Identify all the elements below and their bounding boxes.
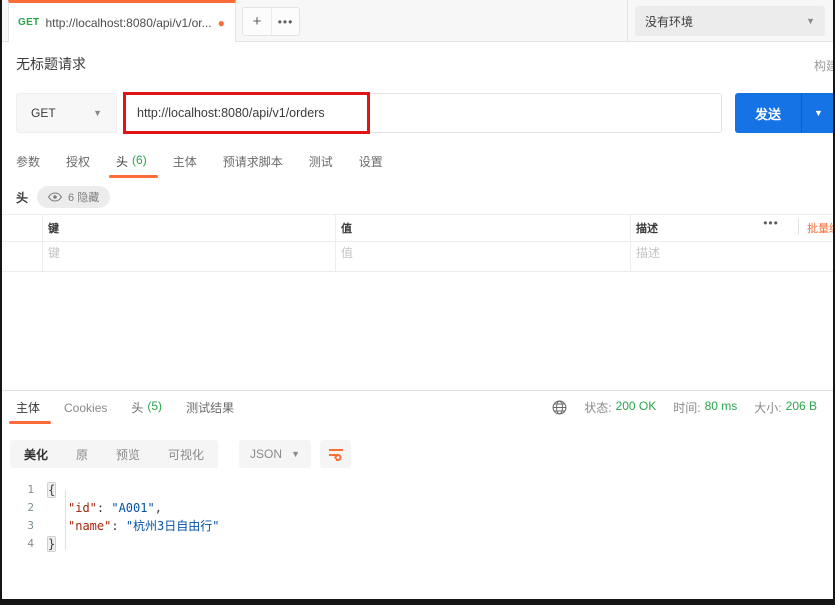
code-line: 4 } — [2, 535, 833, 553]
chevron-down-icon: ▼ — [93, 108, 102, 118]
chevron-down-icon: ▼ — [806, 16, 815, 26]
view-mode-raw[interactable]: 原 — [62, 446, 102, 463]
line-number: 4 — [27, 537, 34, 550]
tab-authorization[interactable]: 授权 — [66, 153, 90, 170]
request-tab-bar: GET http://localhost:8080/api/v1/or... ●… — [2, 0, 833, 42]
response-view-modes: 美化 原 预览 可视化 — [10, 440, 219, 468]
tab-url-text: http://localhost:8080/api/v1/or... — [45, 15, 212, 30]
table-border — [2, 214, 833, 215]
eye-icon — [48, 192, 63, 202]
table-border — [2, 241, 833, 242]
bulk-edit-link[interactable]: 批量编辑 — [807, 220, 833, 236]
headers-section-title: 头 — [16, 190, 29, 205]
table-options-button[interactable]: ••• — [754, 216, 788, 230]
url-value: http://localhost:8080/api/v1/orders — [137, 106, 325, 120]
tab-pre-request-script[interactable]: 预请求脚本 — [223, 153, 283, 170]
tab-params[interactable]: 参数 — [16, 153, 40, 170]
response-tabs: 主体 Cookies 头 (5) 测试结果 — [9, 399, 234, 424]
tab-method-badge: GET — [18, 17, 40, 28]
headers-meta: 头 6 隐藏 — [16, 186, 111, 208]
column-header-value: 值 — [341, 223, 352, 235]
response-size: 大小: 206 B — [754, 399, 817, 415]
open-request-tab[interactable]: GET http://localhost:8080/api/v1/or... ● — [8, 0, 236, 42]
code-line: 2 "id": "A001", — [2, 499, 833, 517]
postman-window: GET http://localhost:8080/api/v1/or... ●… — [0, 0, 835, 605]
response-tab-test-results[interactable]: 测试结果 — [186, 399, 234, 416]
response-tab-headers[interactable]: 头 (5) — [131, 399, 162, 416]
column-header-key: 键 — [48, 223, 59, 235]
hidden-headers-label: 6 隐藏 — [68, 192, 100, 204]
status-code: 状态: 200 OK — [584, 399, 657, 415]
table-border — [2, 271, 833, 272]
send-button-group: 发送 ▼ — [735, 93, 833, 133]
active-tab-underline — [109, 174, 158, 178]
active-tab-underline — [9, 421, 52, 424]
code-line: 3 "name": "杭州3日自由行" — [2, 517, 833, 535]
wrap-text-icon — [328, 447, 344, 461]
response-divider — [2, 390, 833, 391]
wrap-text-button[interactable] — [320, 440, 351, 468]
new-header-description-input[interactable] — [636, 246, 786, 260]
tab-tests[interactable]: 测试 — [309, 153, 333, 170]
new-header-value-input[interactable] — [341, 246, 621, 260]
request-tabs: 参数 授权 头 (6) 主体 预请求脚本 测试 设置 — [16, 148, 383, 178]
table-column-divider — [630, 214, 631, 271]
build-mode-label: 构建 — [814, 59, 833, 73]
tab-settings[interactable]: 设置 — [359, 153, 383, 170]
hidden-headers-toggle[interactable]: 6 隐藏 — [37, 186, 111, 208]
response-time: 时间: 80 ms — [673, 399, 738, 415]
line-number: 3 — [27, 519, 34, 532]
response-tab-body[interactable]: 主体 — [9, 399, 52, 424]
request-title: 无标题请求 — [16, 56, 86, 72]
line-number: 2 — [27, 501, 34, 514]
response-status-bar: 状态: 200 OK 时间: 80 ms 大小: 206 B — [552, 399, 817, 416]
response-language-dropdown[interactable]: JSON ▼ — [239, 440, 311, 468]
chevron-down-icon: ▼ — [291, 449, 300, 459]
language-value: JSON — [250, 447, 283, 461]
response-tab-cookies[interactable]: Cookies — [64, 401, 107, 415]
method-select[interactable]: GET ▼ — [16, 93, 117, 133]
column-header-description: 描述 — [636, 223, 658, 235]
more-tabs-button[interactable]: ••• — [271, 8, 299, 35]
tab-actions: + ••• — [242, 7, 300, 36]
view-mode-pretty[interactable]: 美化 — [10, 446, 62, 463]
table-column-divider — [42, 214, 43, 271]
new-tab-button[interactable]: + — [243, 8, 271, 35]
header-divider — [798, 218, 799, 235]
response-body-editor[interactable]: 1 { 2 "id": "A001", 3 "name": "杭州3日自由行" … — [2, 481, 833, 553]
response-headers-count-badge: (5) — [147, 399, 163, 413]
view-mode-preview[interactable]: 预览 — [102, 446, 154, 463]
new-header-key-input[interactable] — [48, 246, 328, 260]
network-globe-icon[interactable] — [552, 400, 567, 415]
table-column-divider — [335, 214, 336, 271]
view-mode-visualize[interactable]: 可视化 — [154, 446, 218, 463]
line-number: 1 — [27, 483, 34, 496]
tabbar-divider — [627, 0, 628, 42]
unsaved-dot-icon: ● — [217, 15, 225, 30]
code-line: 1 { — [2, 481, 833, 499]
url-input[interactable]: http://localhost:8080/api/v1/orders — [123, 93, 722, 133]
headers-count-badge: (6) — [132, 152, 147, 167]
method-value: GET — [31, 106, 56, 120]
send-button[interactable]: 发送 — [735, 93, 801, 133]
environment-value: 没有环境 — [645, 14, 694, 29]
send-options-caret[interactable]: ▼ — [801, 93, 833, 133]
tab-body[interactable]: 主体 — [173, 153, 197, 170]
environment-selector[interactable]: 没有环境 ▼ — [635, 6, 825, 36]
tab-headers[interactable]: 头 (6) — [109, 152, 158, 178]
